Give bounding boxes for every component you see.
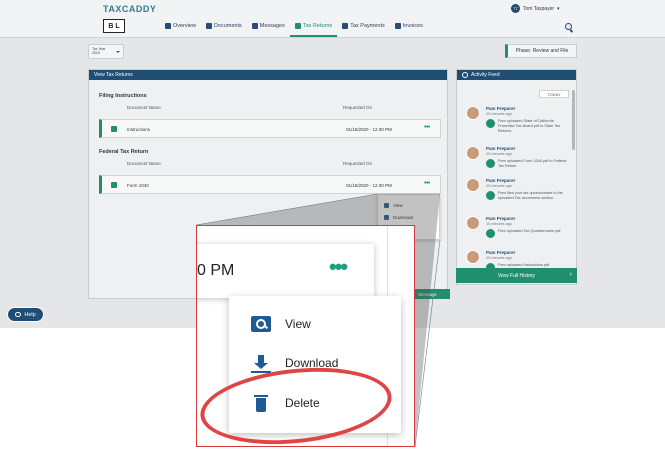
col-requested-on: Requested On xyxy=(343,161,373,166)
download-icon xyxy=(251,355,271,373)
col-requested-on: Requested On xyxy=(343,105,373,110)
client-logo: B L xyxy=(103,19,125,33)
nav-documents[interactable]: Documents xyxy=(201,20,247,37)
view-full-history-button[interactable]: View Full History › xyxy=(456,268,577,283)
nav-invoices[interactable]: Invoices xyxy=(390,20,428,37)
chevron-down-icon: ▾ xyxy=(557,5,560,12)
zoomed-row-actions: 0 PM ••• View Download Delete xyxy=(196,225,415,447)
nav-tax-returns[interactable]: Tax Returns xyxy=(289,20,338,37)
document-icon xyxy=(111,182,117,188)
view-icon xyxy=(384,203,389,208)
chevron-right-icon: › xyxy=(569,271,572,278)
search-icon[interactable] xyxy=(565,23,572,30)
activity-feed-header: Activity Feed xyxy=(457,70,576,80)
menu-item-download[interactable]: Download xyxy=(384,215,413,220)
table-row[interactable]: Form 1040 01/15/2020 - 12:30 PM ••• xyxy=(99,175,441,194)
download-icon xyxy=(384,215,389,220)
upload-icon xyxy=(486,229,495,238)
top-bar: TAXCADDY TT Tom Taxpayer ▾ B L Overview … xyxy=(0,0,665,38)
avatar: TT xyxy=(511,4,520,13)
avatar xyxy=(466,250,480,264)
nav-overview[interactable]: Overview xyxy=(160,20,201,37)
more-options-icon[interactable]: ••• xyxy=(329,254,348,280)
main-nav: Overview Documents Messages Tax Returns … xyxy=(160,20,428,37)
col-document-name: Document Name xyxy=(127,161,161,166)
today-badge: TODAY xyxy=(539,90,569,98)
upload-icon xyxy=(486,159,495,168)
menu-item-view[interactable]: View xyxy=(251,316,311,332)
tax-year-select[interactable]: Tax Year 2019 xyxy=(88,44,124,59)
upload-icon xyxy=(486,119,495,128)
col-document-name: Document Name xyxy=(127,105,161,110)
panel-title: View Tax Returns xyxy=(89,70,447,80)
chat-icon xyxy=(15,312,22,317)
phase-button[interactable]: Phase: Review and File xyxy=(505,44,577,58)
user-name: Tom Taxpayer xyxy=(523,5,555,12)
help-button[interactable]: Help xyxy=(7,307,44,322)
requested-time: 0 PM xyxy=(197,262,235,279)
activity-feed: Activity Feed TODAY Pam Preparer 10 minu… xyxy=(456,69,577,285)
avatar xyxy=(466,216,480,230)
more-options-icon[interactable]: ••• xyxy=(424,180,430,187)
view-icon xyxy=(251,316,271,332)
scrollbar[interactable] xyxy=(572,90,575,150)
nav-messages[interactable]: Messages xyxy=(247,20,290,37)
avatar xyxy=(466,178,480,192)
avatar xyxy=(466,146,480,160)
user-menu[interactable]: TT Tom Taxpayer ▾ xyxy=(511,4,560,13)
chevron-down-icon xyxy=(116,51,120,53)
zoomed-table-row: 0 PM ••• xyxy=(197,244,374,298)
taxcaddy-logo: TAXCADDY xyxy=(103,4,157,14)
upload-icon xyxy=(486,191,495,200)
federal-return-title: Federal Tax Return xyxy=(99,149,149,155)
menu-item-view[interactable]: View xyxy=(384,203,403,208)
documents-icon xyxy=(205,23,212,29)
document-icon xyxy=(111,126,117,132)
messages-icon xyxy=(251,23,258,29)
table-row[interactable]: Instructions 01/15/2020 - 12:30 PM ••• xyxy=(99,119,441,138)
tax-returns-icon xyxy=(294,23,301,29)
more-options-icon[interactable]: ••• xyxy=(424,124,430,131)
filing-instructions-title: Filing Instructions xyxy=(99,93,147,99)
invoice-icon xyxy=(394,23,401,29)
avatar xyxy=(466,106,480,120)
nav-tax-payments[interactable]: Tax Payments xyxy=(337,20,390,37)
home-icon xyxy=(165,23,171,29)
clock-icon xyxy=(462,72,468,78)
dollar-icon xyxy=(342,23,349,29)
